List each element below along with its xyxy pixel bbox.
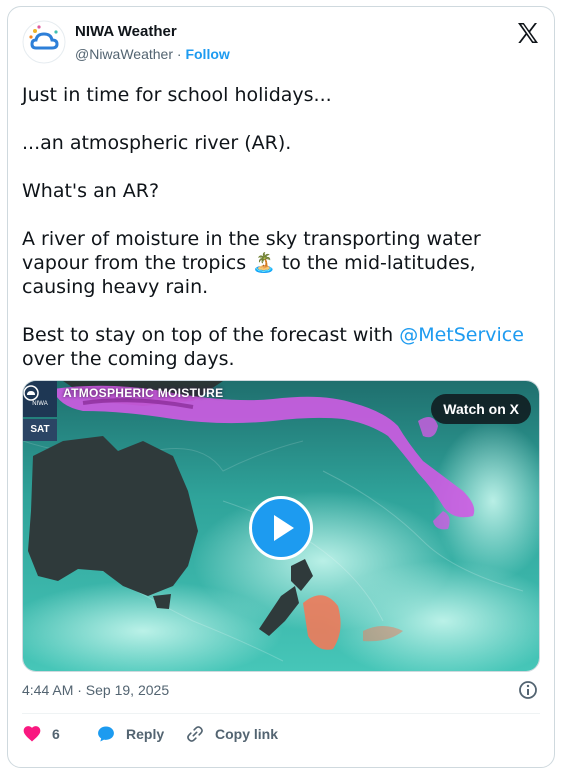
island-emoji: 🏝️ xyxy=(252,252,276,274)
play-icon xyxy=(274,515,294,541)
copy-link-button[interactable]: Copy link xyxy=(185,721,278,747)
reply-button[interactable]: Reply xyxy=(96,721,164,747)
play-button[interactable] xyxy=(249,496,313,560)
reply-label: Reply xyxy=(126,726,165,742)
media-title: ATMOSPHERIC MOISTURE xyxy=(63,386,224,400)
niwa-logo-label: NIWA xyxy=(32,401,48,407)
author-handle[interactable]: @NiwaWeather xyxy=(75,46,173,62)
x-logo-icon[interactable] xyxy=(516,21,540,45)
copy-link-label: Copy link xyxy=(215,726,279,742)
follow-link[interactable]: Follow xyxy=(185,46,229,62)
like-count: 6 xyxy=(52,726,60,742)
reply-bubble-icon xyxy=(98,726,114,742)
tweet-text-span: over the coming days. xyxy=(22,348,235,370)
avatar[interactable] xyxy=(22,20,66,64)
handle-separator: · xyxy=(176,46,182,62)
watch-on-x-button[interactable]: Watch on X xyxy=(431,394,531,424)
niwa-media-logo: NIWA xyxy=(23,381,57,417)
tweet-text: Just in time for school holidays... ...a… xyxy=(22,83,542,395)
link-icon xyxy=(187,726,203,742)
tweet-paragraph: ...an atmospheric river (AR). xyxy=(22,132,292,154)
author-name[interactable]: NIWA Weather xyxy=(75,23,177,40)
niwa-logo-icon xyxy=(23,385,39,401)
info-icon[interactable] xyxy=(518,680,538,700)
author-handle-row: @NiwaWeather · Follow xyxy=(75,46,230,62)
mention-link[interactable]: @MetService xyxy=(399,324,524,346)
video-thumbnail[interactable]: NIWA SAT ATMOSPHERIC MOISTURE Watch on X xyxy=(22,380,540,672)
sat-badge: SAT xyxy=(23,419,57,441)
like-button[interactable]: 6 xyxy=(22,721,60,747)
tweet-timestamp[interactable]: 4:44 AM · Sep 19, 2025 xyxy=(22,682,169,698)
divider xyxy=(22,713,540,714)
niwa-cloud-logo-icon xyxy=(22,20,66,64)
tweet-header: NIWA Weather @NiwaWeather · Follow xyxy=(8,7,554,71)
tweet-card: NIWA Weather @NiwaWeather · Follow Just … xyxy=(7,6,555,768)
tweet-paragraph: What's an AR? xyxy=(22,180,160,202)
tweet-text-span: Best to stay on top of the forecast with xyxy=(22,324,400,346)
tweet-paragraph: Best to stay on top of the forecast with… xyxy=(22,323,542,371)
tweet-paragraph: Just in time for school holidays... xyxy=(22,84,332,106)
heart-icon xyxy=(23,726,41,742)
tweet-paragraph: A river of moisture in the sky transport… xyxy=(22,227,542,299)
